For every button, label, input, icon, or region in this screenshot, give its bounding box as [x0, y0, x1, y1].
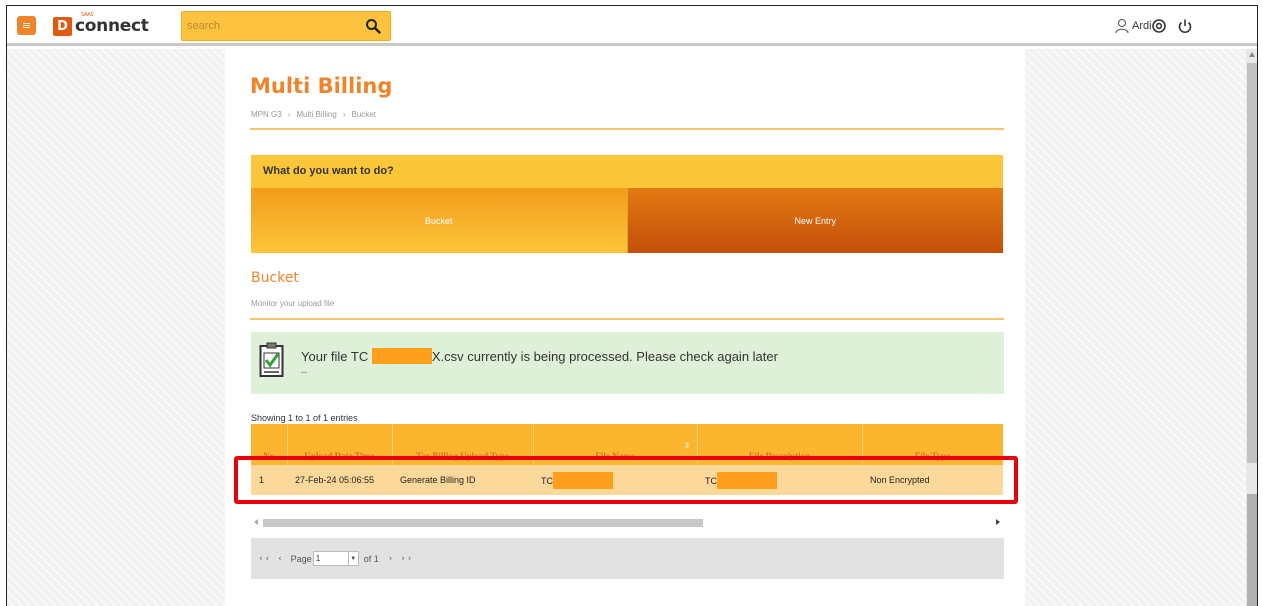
column-header-file-description[interactable]: File Description [697, 424, 863, 465]
help-icon[interactable] [1151, 18, 1167, 34]
tab-new-entry[interactable]: New Entry [627, 188, 1003, 253]
left-background [7, 49, 225, 606]
logo-mark: D [53, 16, 72, 36]
alert-dash: -- [301, 367, 307, 377]
menu-icon[interactable]: ≡ [17, 16, 36, 35]
file-description-text: TC [705, 475, 717, 486]
horizontal-scrollbar-thumb[interactable] [263, 519, 703, 527]
logo[interactable]: D SAAS connect [53, 12, 149, 36]
scrollbar-thumb[interactable] [1247, 494, 1257, 606]
entries-info: Showing 1 to 1 of 1 entries [251, 413, 358, 423]
status-alert: Your file TC X.csv currently is being pr… [251, 332, 1004, 394]
breadcrumb-item: Bucket [351, 110, 376, 119]
cell-file-name: TC [533, 465, 697, 495]
table-header-row: No Upload Date Time Tax Billing Upload T… [251, 424, 1003, 465]
tab-bucket[interactable]: Bucket [251, 188, 628, 253]
page-title: Multi Billing [250, 74, 393, 98]
cell-upload-type: Generate Billing ID [400, 475, 476, 485]
action-tabs: Bucket New Entry [251, 188, 1003, 253]
cell-file-description: TC [697, 465, 862, 495]
page-label: Page [290, 553, 312, 564]
cell-no: 1 [259, 475, 265, 485]
column-header-file-name-label: File Name [595, 451, 635, 461]
divider [250, 128, 1004, 130]
app-window: ≡ D SAAS connect Ardi [6, 5, 1258, 606]
scroll-right-arrow-icon[interactable] [996, 519, 1000, 525]
prev-page-button[interactable]: ‹ [278, 554, 282, 564]
alert-suffix: X.csv currently is being processed. Plea… [431, 349, 778, 364]
divider [250, 318, 1004, 320]
section-subtitle: Monitor your upload file [251, 299, 335, 308]
chevron-down-icon[interactable]: ▼ [348, 551, 359, 566]
user-name: Ardi [1132, 20, 1152, 32]
sort-icon[interactable]: ⇕ [684, 441, 691, 450]
main-content: Multi Billing MPN G3 › Multi Billing › B… [225, 49, 1025, 606]
next-page-button[interactable]: › [389, 554, 393, 564]
redaction-box [553, 471, 613, 489]
user-menu[interactable]: Ardi [1115, 18, 1152, 34]
alert-message: Your file TC X.csv currently is being pr… [301, 348, 778, 364]
horizontal-scrollbar[interactable] [251, 516, 1003, 530]
column-header-file-type[interactable]: File Type [862, 424, 1003, 465]
breadcrumb-separator: › [342, 110, 346, 119]
redaction-box [371, 348, 432, 364]
search-icon[interactable] [365, 18, 381, 34]
scroll-left-arrow-icon[interactable] [254, 519, 258, 525]
table-row[interactable]: 1 27-Feb-24 05:06:55 Generate Billing ID… [251, 465, 1003, 495]
breadcrumb-item[interactable]: Multi Billing [296, 110, 336, 119]
logo-word: connect [75, 16, 149, 36]
breadcrumb-item[interactable]: MPN G3 [251, 110, 282, 119]
column-header-upload-date-time[interactable]: Upload Date Time [287, 424, 393, 465]
section-title: Bucket [251, 270, 299, 286]
first-page-button[interactable]: ‹ ‹ [259, 554, 269, 564]
user-icon [1115, 18, 1129, 34]
logo-sup: SAAS [81, 12, 94, 18]
breadcrumb: MPN G3 › Multi Billing › Bucket [251, 110, 376, 119]
page-total: of 1 [363, 553, 379, 564]
breadcrumb-separator: › [287, 110, 291, 119]
column-header-file-name[interactable]: File Name ⇕ [533, 424, 698, 465]
right-background [1025, 49, 1246, 606]
search-input[interactable] [187, 18, 347, 34]
redaction-box [717, 471, 777, 489]
column-header-upload-type[interactable]: Tax Billing Upload Type [392, 424, 534, 465]
action-heading: What do you want to do? [251, 155, 1003, 188]
scroll-up-arrow-icon[interactable] [1249, 52, 1255, 57]
pagination: ‹ ‹ ‹ Page ▼ of 1 › › › [251, 538, 1004, 579]
search-box [181, 11, 391, 41]
scrollbar-track[interactable] [1247, 63, 1257, 463]
last-page-button[interactable]: › › [401, 554, 411, 564]
alert-prefix: Your file TC [301, 349, 369, 364]
logo-text: SAAS connect [75, 12, 149, 36]
data-table: No Upload Date Time Tax Billing Upload T… [251, 424, 1003, 512]
clipboard-check-icon [259, 342, 284, 377]
cell-upload-date-time: 27-Feb-24 05:06:55 [295, 475, 375, 485]
vertical-scrollbar[interactable] [1246, 49, 1257, 606]
top-bar: ≡ D SAAS connect Ardi [7, 6, 1257, 46]
cell-file-type: Non Encrypted [870, 475, 930, 485]
action-panel: What do you want to do? Bucket New Entry [251, 155, 1003, 253]
file-name-text: TC [541, 475, 553, 486]
power-icon[interactable] [1177, 18, 1193, 34]
page-number-input[interactable] [312, 551, 349, 566]
column-header-no[interactable]: No [251, 424, 288, 465]
